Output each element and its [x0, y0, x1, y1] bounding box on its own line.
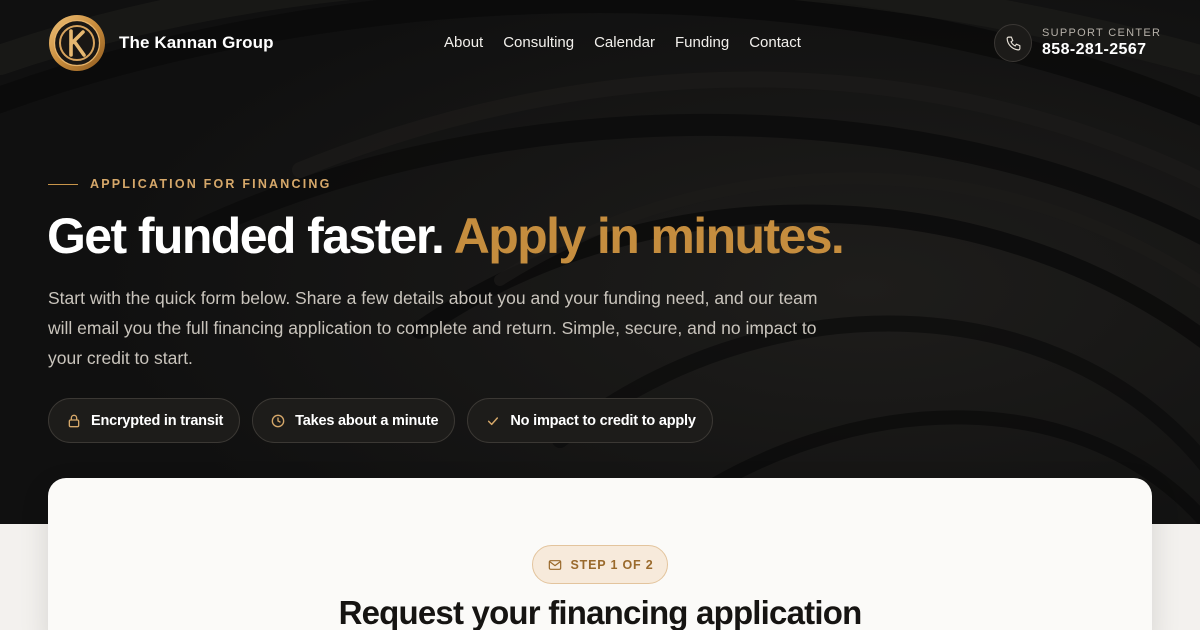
phone-button[interactable] [994, 24, 1032, 62]
support-text: SUPPORT CENTER 858-281-2567 [1042, 27, 1161, 59]
support-phone-number[interactable]: 858-281-2567 [1042, 41, 1161, 59]
hero-lead-paragraph: Start with the quick form below. Share a… [48, 288, 818, 368]
check-icon [488, 416, 499, 425]
lock-icon [68, 414, 80, 427]
nav-link-about[interactable]: About [444, 34, 483, 51]
eyebrow: APPLICATION FOR FINANCING [48, 177, 332, 191]
badge-no-credit-impact: No impact to credit to apply [467, 398, 713, 443]
badge-label: Encrypted in transit [91, 412, 224, 429]
site-header: The Kannan Group About Consulting Calend… [0, 0, 1200, 88]
badge-duration: Takes about a minute [252, 398, 456, 443]
nav-link-consulting[interactable]: Consulting [503, 34, 574, 51]
brand[interactable]: The Kannan Group [48, 14, 274, 72]
support-label: SUPPORT CENTER [1042, 27, 1162, 39]
step-indicator: STEP 1 OF 2 [532, 545, 668, 584]
nav-link-calendar[interactable]: Calendar [594, 34, 655, 51]
badge-label: Takes about a minute [295, 412, 439, 429]
form-card: STEP 1 OF 2 Request your financing appli… [48, 478, 1152, 630]
nav-link-funding[interactable]: Funding [675, 34, 729, 51]
headline-primary: Get funded faster. [47, 208, 445, 264]
trust-badges: Encrypted in transit Takes about a minut… [48, 398, 725, 443]
headline-accent: Apply in minutes. [453, 208, 845, 264]
eyebrow-rule [48, 183, 78, 185]
form-card-title: Request your financing application [338, 594, 863, 630]
support-center[interactable]: SUPPORT CENTER 858-281-2567 [994, 24, 1161, 62]
eyebrow-text: APPLICATION FOR FINANCING [90, 177, 332, 191]
kannan-logo-icon[interactable] [48, 14, 106, 72]
mail-icon [548, 559, 561, 570]
hero-section: The Kannan Group About Consulting Calend… [0, 0, 1200, 524]
step-label: STEP 1 OF 2 [570, 557, 654, 572]
badge-encrypted: Encrypted in transit [48, 398, 241, 443]
main-nav: About Consulting Calendar Funding Contac… [444, 34, 821, 51]
hero-headline: Get funded faster. Apply in minutes. [47, 204, 1167, 268]
nav-link-contact[interactable]: Contact [749, 34, 801, 51]
badge-label: No impact to credit to apply [510, 412, 696, 429]
phone-icon [1006, 36, 1020, 50]
brand-name[interactable]: The Kannan Group [119, 33, 274, 53]
clock-icon [271, 414, 285, 427]
